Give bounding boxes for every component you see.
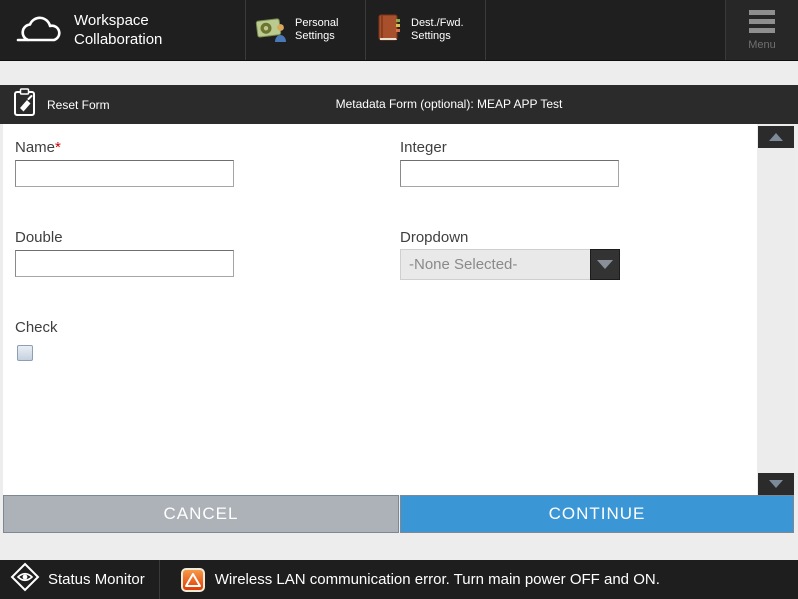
arrow-down-icon [769,480,783,488]
personal-settings-button[interactable]: Personal Settings [245,0,365,60]
chevron-down-icon [597,260,613,269]
dropdown-selected-value: -None Selected- [400,249,590,280]
scroll-up-button[interactable] [758,126,794,148]
continue-button[interactable]: CONTINUE [400,495,794,533]
status-monitor-button[interactable]: Status Monitor [0,560,159,599]
check-checkbox[interactable] [17,345,33,361]
form-scrollbar[interactable] [757,124,795,497]
dest-fwd-settings-label: Dest./Fwd. Settings [411,17,469,43]
dropdown-select[interactable]: -None Selected- [400,249,620,280]
integer-input[interactable] [400,160,619,187]
status-bar-divider [159,560,160,599]
required-asterisk: * [55,139,61,156]
app-title: Workspace Collaboration [74,11,182,49]
warning-triangle-icon [181,568,205,592]
device-screen: Workspace Collaboration Personal Setting… [0,0,798,599]
name-input[interactable] [15,160,234,187]
cloud-icon [16,11,62,50]
app-bar-spacer [485,0,725,60]
double-input[interactable] [15,250,234,277]
status-bar: Status Monitor Wireless LAN communicatio… [0,560,798,599]
double-field-label: Double [15,229,63,246]
scroll-down-button[interactable] [758,473,794,495]
personal-settings-icon [255,12,289,49]
personal-settings-label: Personal Settings [295,17,353,43]
app-bar: Workspace Collaboration Personal Setting… [0,0,798,61]
status-monitor-eye-icon [10,562,40,597]
menu-label: Menu [748,39,776,51]
cancel-button[interactable]: CANCEL [3,495,399,533]
app-title-section: Workspace Collaboration [0,0,245,60]
menu-button[interactable]: Menu [725,0,798,60]
address-book-icon [375,12,405,49]
dropdown-field-label: Dropdown [400,229,468,246]
dest-fwd-settings-button[interactable]: Dest./Fwd. Settings [365,0,485,60]
check-field-label: Check [15,319,58,336]
form-header-bar: Reset Form Metadata Form (optional): MEA… [0,85,798,124]
dropdown-open-button[interactable] [590,249,620,280]
arrow-up-icon [769,133,783,141]
name-field-label: Name* [15,139,61,156]
reset-form-icon [12,87,38,122]
hamburger-icon [749,10,775,33]
integer-field-label: Integer [400,139,447,156]
status-message: Wireless LAN communication error. Turn m… [215,571,660,588]
reset-form-button[interactable]: Reset Form [12,85,110,124]
metadata-form-title: Metadata Form (optional): MEAP APP Test [100,85,798,124]
status-monitor-label: Status Monitor [48,571,145,588]
